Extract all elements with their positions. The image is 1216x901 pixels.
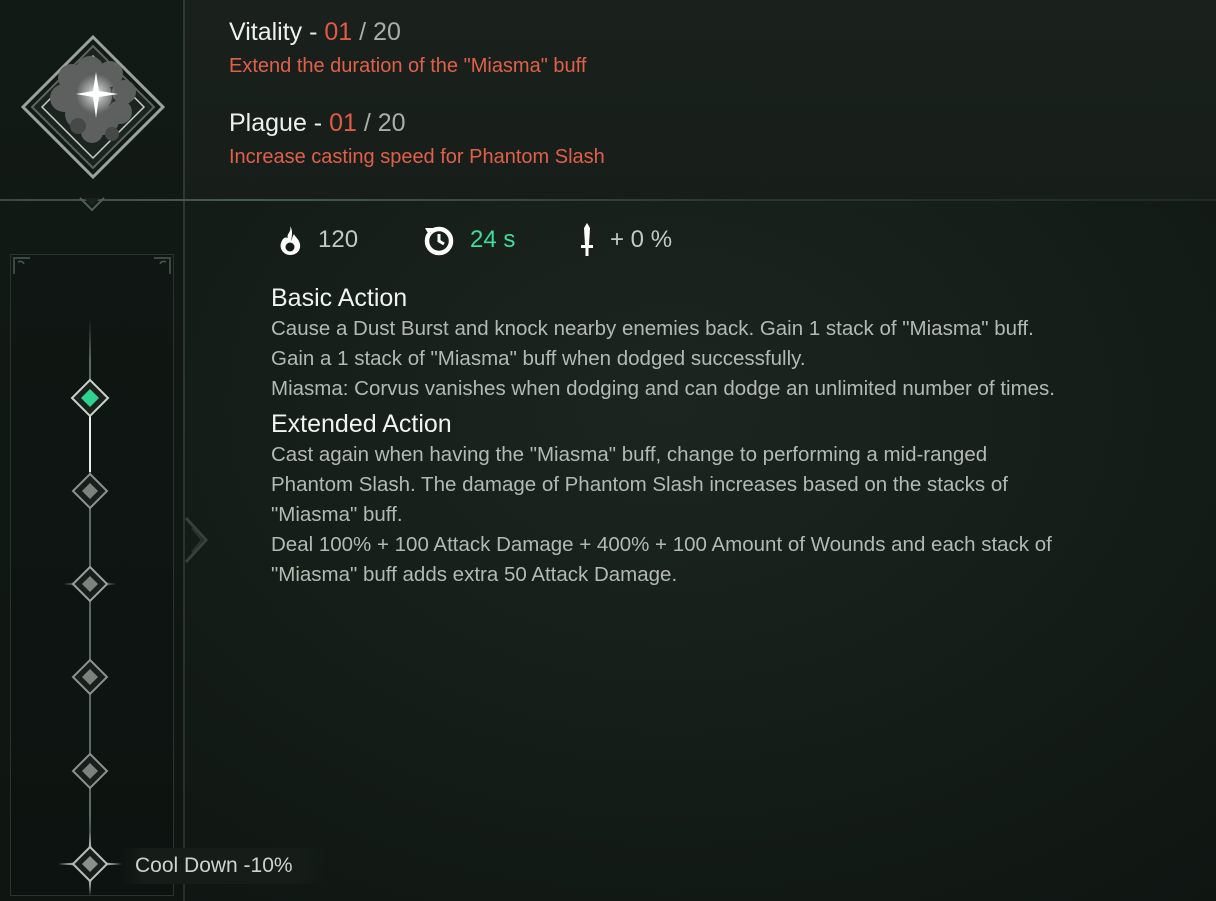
description-line: "Miasma" buff adds extra 50 Attack Damag… — [271, 563, 678, 586]
ladder-bonus-label: Cool Down -10% — [120, 848, 326, 884]
cooldown-stat: 24 s — [422, 222, 515, 258]
energy-cost-value: 120 — [318, 226, 359, 253]
attribute-separator: - — [302, 18, 325, 46]
ornament-corner-icon — [13, 257, 30, 274]
attribute-level: 01 — [329, 109, 357, 137]
description-line: Miasma: Corvus vanishes when dodging and… — [271, 377, 1055, 400]
basic-action-title: Basic Action — [271, 284, 408, 312]
extended-action-title: Extended Action — [271, 410, 452, 438]
ornament-corner-icon — [154, 257, 171, 274]
ladder-node-locked[interactable] — [70, 657, 110, 697]
description-line: Deal 100% + 100 Attack Damage + 400% + 1… — [271, 533, 1052, 556]
sword-icon — [581, 223, 593, 256]
chevron-right-icon — [184, 516, 209, 564]
attribute-level: 01 — [324, 18, 353, 46]
ladder-node-locked[interactable] — [70, 471, 110, 511]
attribute-description: Increase casting speed for Phantom Slash — [229, 146, 605, 168]
attribute-separator: - — [306, 109, 330, 137]
description-line: Cast again when having the "Miasma" buff… — [271, 443, 988, 466]
attribute-name: Plague — [229, 109, 307, 137]
description-line: "Miasma" buff. — [271, 503, 403, 526]
dust-burst-skill-icon[interactable] — [20, 34, 166, 180]
attribute-max: / 20 — [356, 109, 406, 137]
attribute-name: Vitality — [229, 18, 303, 46]
ladder-node-major[interactable] — [64, 558, 116, 610]
column-divider — [183, 0, 185, 901]
description-line: Phantom Slash. The damage of Phantom Sla… — [271, 473, 1008, 496]
attribute-plague: Plague - 01 / 20 Increase casting speed … — [229, 109, 605, 169]
attribute-vitality: Vitality - 01 / 20 Extend the duration o… — [229, 18, 586, 78]
cooldown-clock-icon — [424, 226, 454, 256]
ladder-node-active[interactable] — [70, 378, 110, 418]
attribute-description: Extend the duration of the "Miasma" buff — [229, 55, 587, 77]
flame-icon — [280, 226, 301, 255]
ladder-node-locked[interactable] — [70, 751, 110, 791]
description-line: Gain a 1 stack of "Miasma" buff when dod… — [271, 347, 806, 370]
damage-bonus-stat: + 0 % — [578, 222, 672, 258]
ladder-node-major[interactable] — [58, 832, 122, 896]
damage-bonus-value: + 0 % — [610, 226, 673, 253]
attribute-max: / 20 — [352, 18, 401, 46]
header-divider — [0, 199, 1216, 201]
cooldown-value: 24 s — [470, 226, 516, 253]
extended-action-section: Extended Action Cast again when having t… — [271, 408, 1151, 590]
description-line: Cause a Dust Burst and knock nearby enem… — [271, 317, 1034, 340]
basic-action-section: Basic Action Cause a Dust Burst and knoc… — [271, 282, 1151, 404]
header-notch-icon — [79, 197, 105, 212]
energy-cost-stat: 120 — [276, 222, 358, 258]
